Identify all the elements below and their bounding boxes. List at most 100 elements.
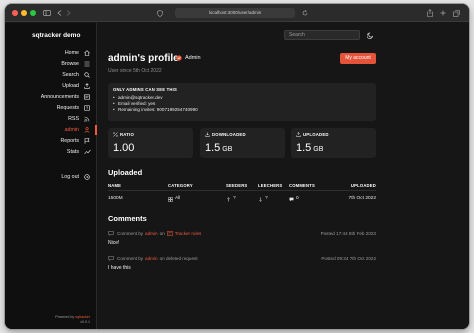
maximize-window-button[interactable]	[30, 10, 36, 16]
comment-author-link[interactable]: admin	[145, 256, 158, 261]
admin-box-heading: ONLY ADMINS CAN SEE THIS	[113, 87, 177, 92]
comment-item: Comment by admin on Tracker rules Posted…	[108, 231, 376, 246]
powered-prefix: Powered by	[55, 315, 75, 319]
column-header-category[interactable]: CATEGORY	[168, 181, 193, 191]
sidebar-item-requests[interactable]: Requests	[5, 103, 97, 113]
column-header-uploaded[interactable]: UPLOADED	[351, 181, 376, 191]
column-header-comments[interactable]: COMMENTS	[289, 181, 315, 191]
comment-posted-date: Posted 17:44 8th Feb 2023	[320, 231, 376, 236]
comment-icon	[289, 197, 294, 202]
flag-icon	[83, 138, 91, 144]
question-icon	[83, 105, 91, 111]
uploaded-section-title: Uploaded	[108, 168, 143, 177]
comment-icon	[108, 256, 114, 261]
comment-body: I have this	[108, 265, 131, 271]
back-icon[interactable]	[55, 7, 63, 19]
search-icon	[83, 72, 91, 78]
comment-on-label: on	[159, 231, 165, 236]
sidebar-item-admin[interactable]: admin	[5, 125, 97, 135]
table-header: NAME CATEGORY SEEDERS LEECHERS COMMENTS …	[108, 181, 376, 191]
my-account-button[interactable]: My account	[340, 53, 376, 64]
brand-title[interactable]: sqtracker demo	[32, 32, 80, 39]
announcement-icon	[166, 231, 173, 236]
sidebar-item-label: Requests	[56, 105, 79, 111]
comments-section-title: Comments	[108, 214, 147, 223]
comment-prefix: Comment by	[117, 231, 144, 236]
stat-label: UPLOADED	[303, 132, 329, 137]
sidebar-item-label: Stats	[66, 149, 79, 155]
row-category: All	[168, 194, 180, 204]
uploaded-table: NAME CATEGORY SEEDERS LEECHERS COMMENTS …	[108, 181, 376, 204]
table-row[interactable]: 1500M All ? ? 0 7th Oct 2022	[108, 194, 376, 204]
shield-check-icon	[176, 55, 182, 61]
sidebar-toggle-icon[interactable]	[42, 7, 52, 19]
category-label: All	[175, 196, 181, 201]
sidebar-item-reports[interactable]: Reports	[5, 136, 97, 146]
stat-value: 1.5	[205, 142, 221, 154]
minimize-window-button[interactable]	[21, 10, 27, 16]
category-icon	[168, 196, 173, 202]
row-name[interactable]: 1500M	[108, 194, 123, 204]
column-header-name[interactable]: NAME	[108, 181, 121, 191]
row-seeders: ?	[226, 194, 236, 204]
sidebar-item-upload[interactable]: Upload	[5, 81, 97, 91]
sidebar-item-announcements[interactable]: Announcements	[5, 92, 97, 102]
row-uploaded-date: 7th Oct 2022	[348, 196, 376, 201]
stat-card-ratio: RATIO 1.00	[108, 128, 193, 158]
upload-icon	[296, 132, 301, 137]
user-since: User since 5th Oct 2022	[108, 68, 162, 74]
admin-only-box: ONLY ADMINS CAN SEE THIS admin@sqtracker…	[108, 83, 376, 121]
remaining-invites: Remaining invites: 9007199254740990	[113, 107, 371, 113]
admin-info-list: admin@sqtracker.dev Email verified: yes …	[113, 95, 371, 113]
comment-on-label: on deleted request	[159, 256, 198, 261]
leechers-icon	[258, 197, 263, 202]
comment-body: Nice!	[108, 240, 120, 246]
seeders-value: ?	[233, 196, 236, 201]
browser-titlebar: localhost:3000/user/admin	[5, 4, 469, 22]
sidebar-item-rss[interactable]: RSS	[5, 114, 97, 124]
logout-button[interactable]: Log out	[5, 172, 97, 182]
shield-icon[interactable]	[155, 7, 165, 19]
reload-icon[interactable]	[301, 7, 309, 19]
sidebar-item-label: Upload	[62, 83, 79, 89]
upload-icon	[83, 83, 91, 89]
comment-author-link[interactable]: admin	[145, 231, 158, 236]
leechers-value: ?	[265, 196, 268, 201]
forward-icon[interactable]	[64, 7, 72, 19]
address-bar[interactable]: localhost:3000/user/admin	[175, 8, 295, 18]
list-icon	[83, 61, 91, 67]
stat-label: DOWNLOADED	[212, 132, 246, 137]
row-comments: 0	[289, 194, 299, 204]
close-window-button[interactable]	[12, 10, 18, 16]
comment-target-link[interactable]: Tracker rules	[166, 231, 202, 236]
sidebar-item-label: Search	[62, 72, 79, 78]
sidebar-item-browse[interactable]: Browse	[5, 59, 97, 69]
stat-value: 1.00	[113, 142, 135, 154]
stat-value: 1.5	[296, 142, 312, 154]
sidebar-item-search[interactable]: Search	[5, 70, 97, 80]
comment-item: Comment by admin on deleted request Post…	[108, 256, 376, 271]
powered-name[interactable]: sqtracker	[75, 315, 90, 319]
search-input[interactable]: Search	[284, 30, 360, 40]
theme-toggle-moon-icon[interactable]	[365, 30, 375, 40]
tab-overview-icon[interactable]	[451, 7, 461, 19]
powered-by: Powered by sqtracker v0.0.1	[55, 315, 90, 325]
sidebar-item-stats[interactable]: Stats	[5, 147, 97, 157]
stats-icon	[83, 149, 91, 155]
comment-target-label: Tracker rules	[174, 231, 202, 236]
stat-unit: GB	[313, 146, 324, 153]
rss-icon	[83, 116, 91, 122]
column-header-seeders[interactable]: SEEDERS	[226, 181, 247, 191]
comment-prefix: Comment by	[117, 256, 144, 261]
column-header-leechers[interactable]: LEECHERS	[258, 181, 282, 191]
stat-unit: GB	[222, 146, 233, 153]
sidebar-item-home[interactable]: Home	[5, 48, 97, 58]
seeders-icon	[226, 196, 231, 202]
new-tab-icon[interactable]	[438, 7, 448, 19]
percent-icon	[113, 132, 118, 137]
sidebar-item-label: Home	[64, 50, 79, 56]
sidebar-item-label: Announcements	[40, 94, 79, 100]
stat-card-downloaded: DOWNLOADED 1.5 GB	[200, 128, 285, 158]
share-icon[interactable]	[425, 7, 435, 19]
version-label: v0.0.1	[80, 320, 90, 324]
